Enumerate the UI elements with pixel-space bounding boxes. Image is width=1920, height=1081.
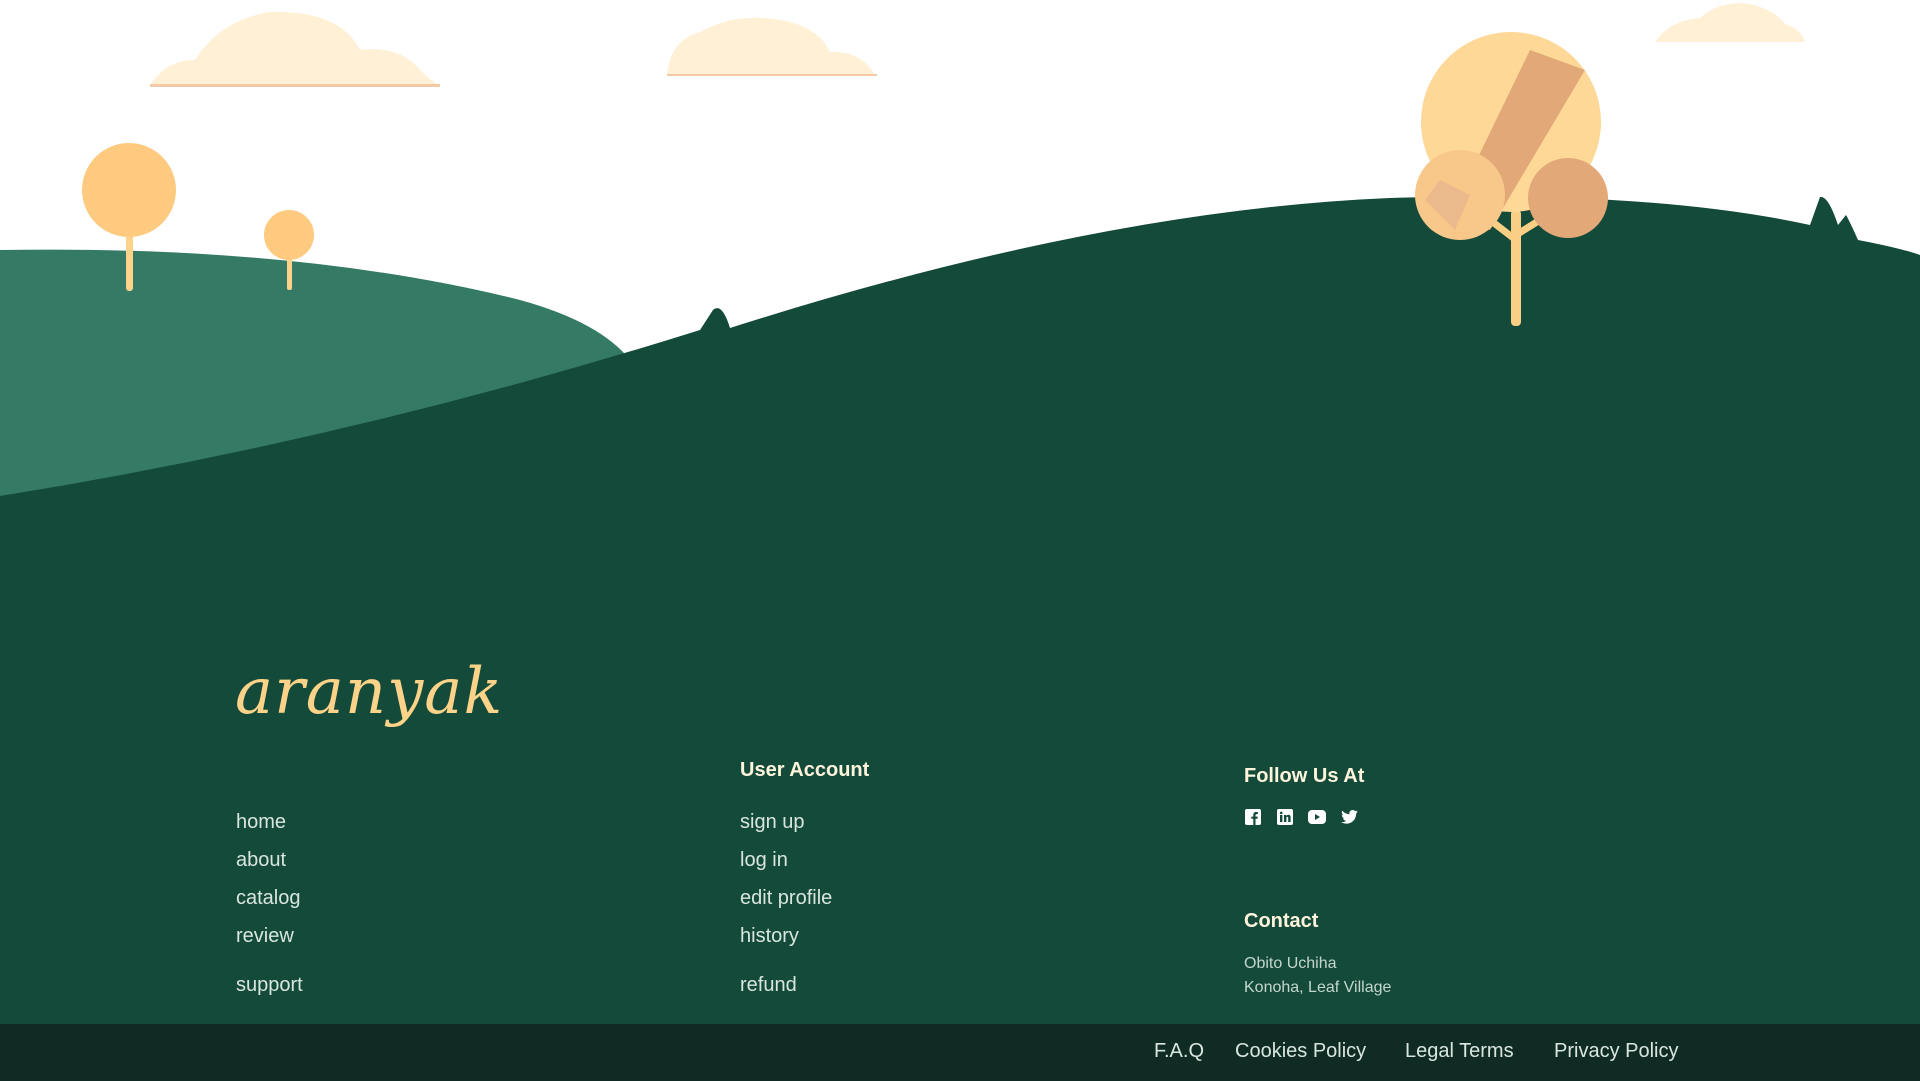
- footer-link-refund[interactable]: refund: [740, 974, 797, 997]
- linkedin-icon[interactable]: [1276, 808, 1294, 826]
- footer-link-edit-profile[interactable]: edit profile: [740, 887, 832, 910]
- footer-link-catalog[interactable]: catalog: [236, 887, 301, 910]
- youtube-icon[interactable]: [1308, 808, 1326, 826]
- footer-link-about[interactable]: about: [236, 849, 286, 872]
- follow-heading: Follow Us At: [1244, 765, 1365, 787]
- footer-link-support[interactable]: support: [236, 974, 303, 997]
- footer-link-home[interactable]: home: [236, 811, 286, 834]
- facebook-icon[interactable]: [1244, 808, 1262, 826]
- bottom-link-privacy-policy[interactable]: Privacy Policy: [1554, 1040, 1678, 1063]
- twitter-icon[interactable]: [1340, 808, 1358, 826]
- bottom-link-faq[interactable]: F.A.Q: [1154, 1040, 1204, 1063]
- brand-logo[interactable]: aranyak: [235, 655, 503, 729]
- footer-link-sign-up[interactable]: sign up: [740, 811, 805, 834]
- footer-link-review[interactable]: review: [236, 925, 294, 948]
- bottom-link-cookies-policy[interactable]: Cookies Policy: [1235, 1040, 1366, 1063]
- contact-name: Obito Uchiha: [1244, 955, 1337, 972]
- bottom-link-legal-terms[interactable]: Legal Terms: [1405, 1040, 1514, 1063]
- footer-link-history[interactable]: history: [740, 925, 799, 948]
- user-account-heading: User Account: [740, 759, 870, 781]
- footer-link-log-in[interactable]: log in: [740, 849, 788, 872]
- contact-heading: Contact: [1244, 910, 1319, 932]
- contact-address: Konoha, Leaf Village: [1244, 979, 1392, 996]
